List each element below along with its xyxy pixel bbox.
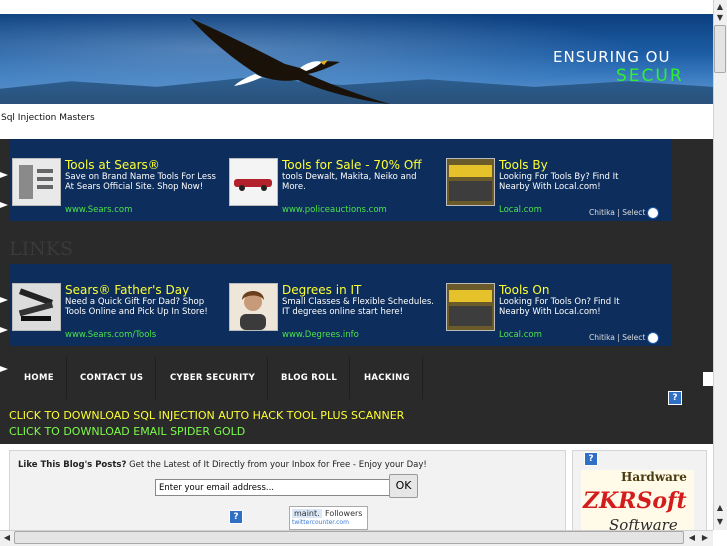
nav-contact-us[interactable]: CONTACT US xyxy=(68,357,157,399)
site-subtitle: Sql Injection Masters xyxy=(1,113,95,123)
chitika-select[interactable]: Chitika | Select xyxy=(589,332,669,344)
ad-description: Need a Quick Gift For Dad? Shop Tools On… xyxy=(65,297,208,317)
nav-hacking[interactable]: HACKING xyxy=(352,357,423,399)
ad-title[interactable]: Tools at Sears® xyxy=(65,158,160,172)
nav-blog-roll[interactable]: BLOG ROLL xyxy=(269,357,351,399)
ad-thumbnail[interactable] xyxy=(229,283,278,331)
ad-url[interactable]: www.policeauctions.com xyxy=(282,205,387,215)
zkrsoft-banner[interactable]: Hardware ZKRSoft Software xyxy=(581,470,694,538)
arrow-down-icon[interactable]: ▼ xyxy=(714,12,726,24)
ad-description: Looking For Tools On? Find It Nearby Wit… xyxy=(499,297,620,317)
magnifier-icon[interactable] xyxy=(647,207,660,219)
vertical-scroll-thumb[interactable] xyxy=(714,25,726,73)
ad-block-top: Tools at Sears® Save on Brand Name Tools… xyxy=(9,139,671,221)
ad-description: tools Dewalt, Makita, Neiko and More. xyxy=(282,172,417,192)
ad-thumbnail[interactable] xyxy=(12,158,61,206)
magnifier-icon[interactable] xyxy=(647,332,660,344)
links-heading: LINKS xyxy=(9,238,73,260)
nav-edge-marker xyxy=(703,372,713,386)
ad-url[interactable]: Local.com xyxy=(499,330,542,340)
ad-url[interactable]: www.Degrees.info xyxy=(282,330,359,340)
subscribe-text: Like This Blog's Posts? Get the Latest o… xyxy=(18,460,427,470)
ad-description: Save on Brand Name Tools For Less At Sea… xyxy=(65,172,216,192)
banner-title-line1: ENSURING OU xyxy=(553,48,671,66)
ad-item[interactable]: Sears® Father's Day Need a Quick Gift Fo… xyxy=(9,264,219,346)
download-email-spider-link[interactable]: CLICK TO DOWNLOAD EMAIL SPIDER GOLD xyxy=(9,425,245,438)
ad-url[interactable]: Local.com xyxy=(499,205,542,215)
ad-title[interactable]: Degrees in IT xyxy=(282,283,361,297)
chitika-label[interactable]: Chitika | Select xyxy=(589,208,645,217)
chitika-label[interactable]: Chitika | Select xyxy=(589,333,645,342)
banner-title-line2: SECUR xyxy=(616,66,684,86)
eagle-image xyxy=(190,18,390,104)
nav-home[interactable]: HOME xyxy=(12,357,67,399)
ad-url[interactable]: www.Sears.com/Tools xyxy=(65,330,156,340)
subscribe-text-bold: Like This Blog's Posts? xyxy=(18,460,127,470)
vertical-scrollbar[interactable] xyxy=(713,0,727,530)
ad-title[interactable]: Tools On xyxy=(499,283,549,297)
ad-item[interactable]: Degrees in IT Small Classes & Flexible S… xyxy=(226,264,436,346)
ad-description: Small Classes & Flexible Schedules. IT d… xyxy=(282,297,434,317)
question-icon[interactable]: ? xyxy=(668,391,682,405)
twitter-followers: Followers xyxy=(325,509,363,518)
arrow-right-icon[interactable]: ▶ xyxy=(699,532,711,544)
zkr-hardware: Hardware xyxy=(621,470,687,484)
subscribe-text-rest: Get the Latest of It Directly from your … xyxy=(126,460,427,470)
ad-thumbnail[interactable] xyxy=(12,283,61,331)
ad-thumbnail[interactable] xyxy=(446,283,495,331)
ad-title[interactable]: Tools By xyxy=(499,158,548,172)
twitter-maint: maint. xyxy=(292,509,322,518)
download-sql-injection-link[interactable]: CLICK TO DOWNLOAD SQL INJECTION AUTO HAC… xyxy=(9,409,404,422)
ad-thumbnail[interactable] xyxy=(446,158,495,206)
ad-url[interactable]: www.Sears.com xyxy=(65,205,132,215)
twitter-brand: twittercounter.com xyxy=(292,519,349,526)
top-strip xyxy=(0,0,713,14)
ad-item[interactable]: Tools at Sears® Save on Brand Name Tools… xyxy=(9,139,219,221)
ad-item[interactable]: Tools for Sale - 70% Off tools Dewalt, M… xyxy=(226,139,436,221)
main-nav: HOME CONTACT US CYBER SECURITY BLOG ROLL… xyxy=(9,357,671,399)
email-field[interactable] xyxy=(155,479,392,496)
twitter-counter-badge[interactable]: maint. Followers twittercounter.com xyxy=(289,506,368,530)
horizontal-scroll-thumb[interactable] xyxy=(14,531,684,544)
ok-button[interactable]: OK xyxy=(389,474,418,498)
question-icon[interactable]: ? xyxy=(229,510,243,524)
question-icon[interactable]: ? xyxy=(584,452,598,466)
nav-cyber-security[interactable]: CYBER SECURITY xyxy=(158,357,269,399)
ad-block-bottom: Sears® Father's Day Need a Quick Gift Fo… xyxy=(9,264,671,346)
arrow-left-icon[interactable]: ◀ xyxy=(1,532,13,544)
arrow-left-icon[interactable]: ◀ xyxy=(686,532,698,544)
ad-thumbnail[interactable] xyxy=(229,158,278,206)
ad-title[interactable]: Tools for Sale - 70% Off xyxy=(282,158,422,172)
arrow-down-icon[interactable]: ▼ xyxy=(714,516,726,528)
ad-title[interactable]: Sears® Father's Day xyxy=(65,283,189,297)
arrow-up-icon[interactable]: ▲ xyxy=(714,502,726,514)
chitika-select[interactable]: Chitika | Select xyxy=(589,207,669,219)
zkr-main: ZKRSoft xyxy=(583,488,687,514)
ad-description: Looking For Tools By? Find It Nearby Wit… xyxy=(499,172,619,192)
header-banner[interactable]: ENSURING OU SECUR xyxy=(0,14,713,104)
